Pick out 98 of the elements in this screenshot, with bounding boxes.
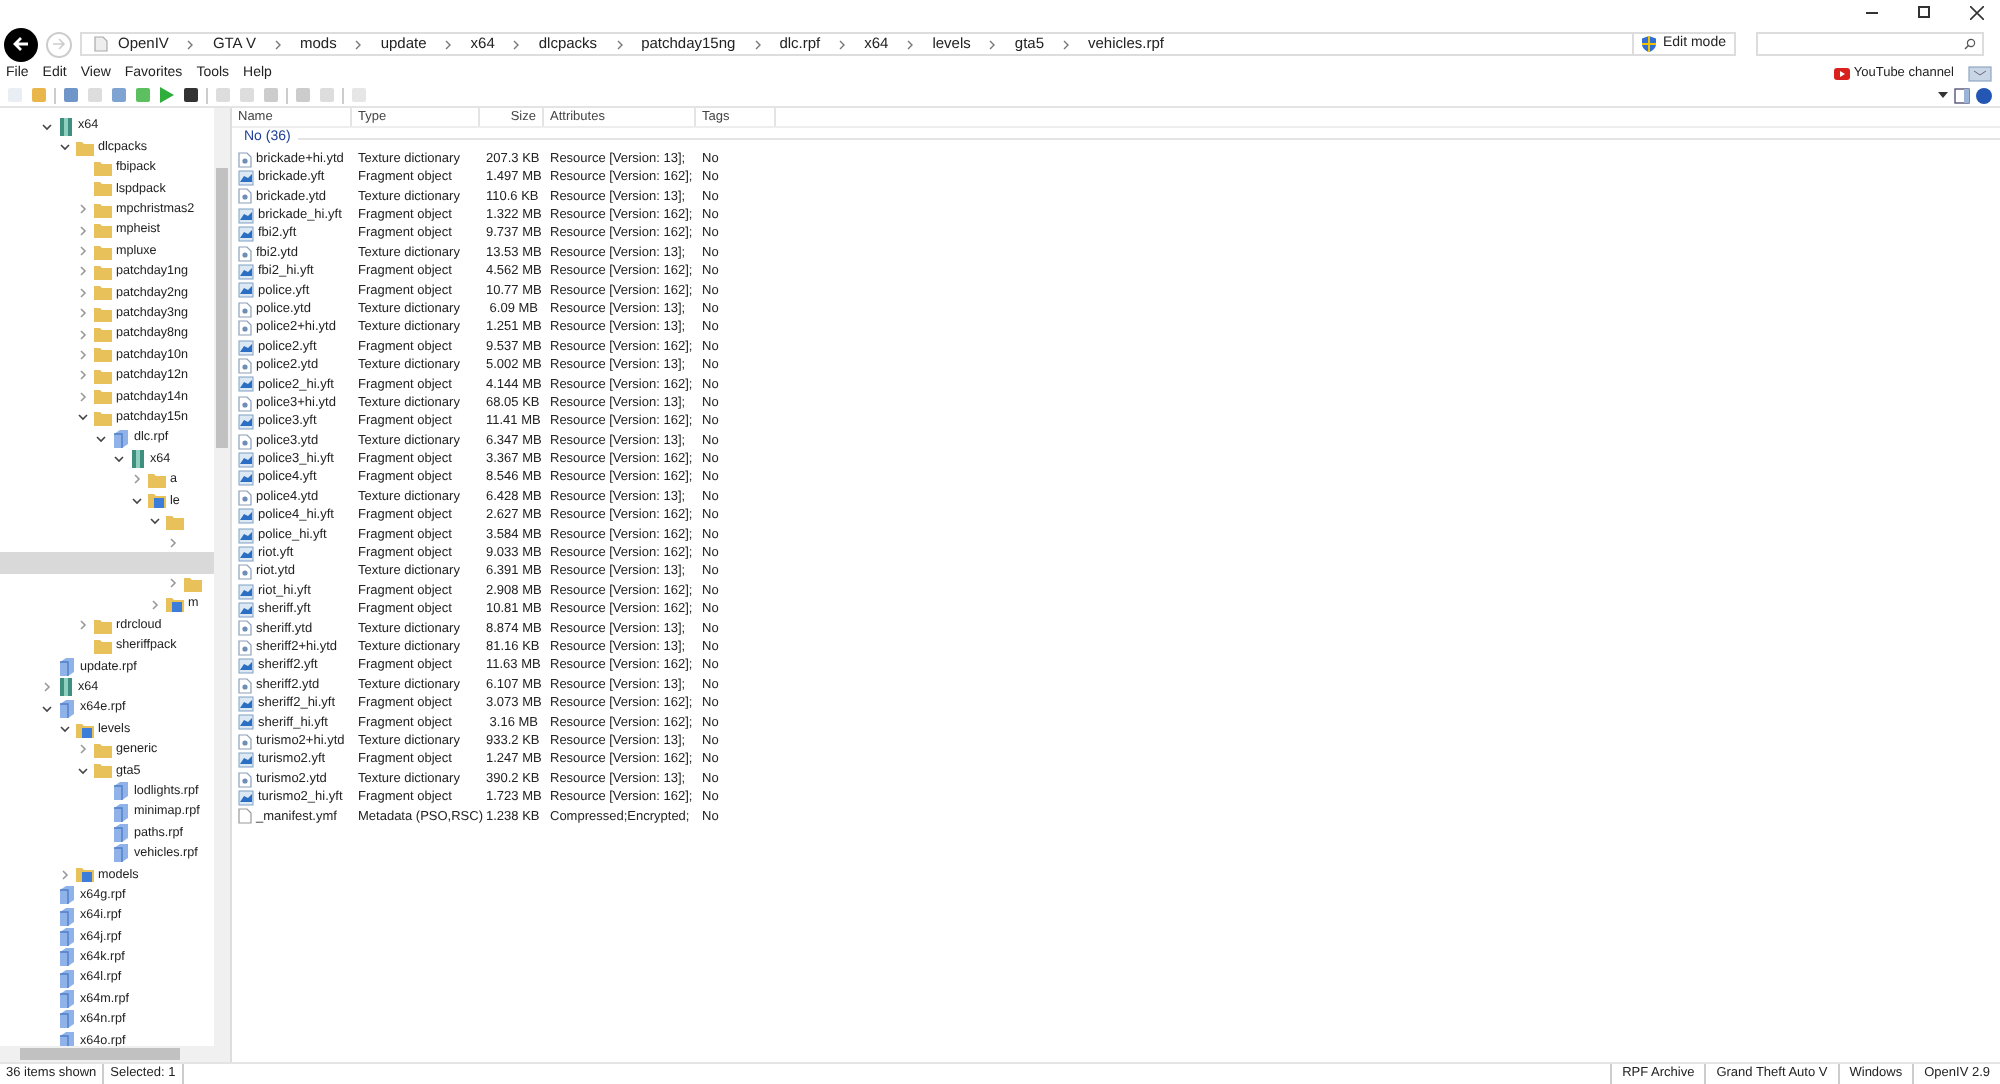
cube-icon: [58, 927, 76, 946]
chevron-right-icon[interactable]: [78, 204, 88, 215]
texture-file-icon: [238, 395, 252, 412]
chevron-down-icon[interactable]: [150, 516, 160, 527]
forward-button[interactable]: [46, 31, 72, 57]
horizontal-scrollbar[interactable]: [0, 1046, 214, 1062]
cube-icon: [58, 969, 76, 988]
play-icon: [1833, 68, 1850, 80]
cube-icon: [112, 429, 130, 448]
model-file-icon: [238, 752, 254, 769]
restore-icon[interactable]: [1918, 6, 1930, 18]
chevron-right-icon: [838, 39, 847, 49]
chevron-down-icon[interactable]: [42, 121, 52, 132]
chevron-right-icon: [186, 39, 195, 49]
cube-icon: [112, 844, 130, 863]
model-file-icon: [238, 414, 254, 431]
chevron-right-icon[interactable]: [132, 474, 142, 485]
folder-icon: [166, 513, 184, 530]
chevron-right-icon[interactable]: [150, 599, 160, 610]
chevron-right-icon[interactable]: [78, 329, 88, 340]
file-icon: [94, 36, 108, 52]
chevron-right-icon[interactable]: [78, 266, 88, 277]
cube-icon: [58, 1010, 76, 1029]
shield-icon: [1642, 36, 1657, 52]
chevron-right-icon[interactable]: [168, 578, 178, 589]
caret-icon[interactable]: [1938, 92, 1948, 98]
play-icon[interactable]: [158, 86, 176, 104]
texture-file-icon: [238, 677, 252, 694]
model-file-icon: [238, 789, 254, 806]
cube-icon: [58, 886, 76, 905]
arrow-right-icon: [52, 38, 66, 50]
cube-icon: [58, 948, 76, 967]
model-file-icon: [238, 170, 254, 187]
chevron-right-icon: [615, 39, 624, 49]
folder-icon: [76, 721, 94, 738]
arrow-left-icon: [12, 36, 30, 52]
chevron-right-icon: [988, 39, 997, 49]
chevron-right-icon: [906, 39, 915, 49]
cube-icon: [58, 907, 76, 926]
chevron-down-icon[interactable]: [114, 453, 124, 464]
chevron-down-icon[interactable]: [78, 412, 88, 423]
texture-file-icon: [238, 188, 252, 205]
cube-icon: [112, 803, 130, 822]
texture-file-icon: [238, 245, 252, 262]
chevron-right-icon[interactable]: [78, 287, 88, 298]
chevron-right-icon[interactable]: [42, 682, 52, 693]
chevron-right-icon[interactable]: [168, 537, 178, 547]
chevron-right-icon[interactable]: [78, 370, 88, 381]
search-icon: [1964, 38, 1976, 50]
file-icon: [238, 808, 252, 825]
chevron-right-icon: [354, 39, 363, 49]
texture-file-icon: [238, 733, 252, 750]
cube-icon: [112, 823, 130, 842]
folder-icon: [166, 596, 184, 613]
model-file-icon: [238, 658, 254, 675]
texture-file-icon: [238, 771, 252, 788]
chevron-down-icon[interactable]: [60, 724, 70, 735]
cube-icon: [58, 990, 76, 1009]
model-file-icon: [238, 376, 254, 393]
search-field[interactable]: [1756, 32, 1984, 56]
archive-icon: [58, 117, 74, 136]
chevron-down-icon[interactable]: [78, 765, 88, 776]
chevron-right-icon: [1062, 39, 1071, 49]
archive-icon: [130, 449, 146, 468]
model-file-icon: [238, 339, 254, 356]
chevron-right-icon[interactable]: [60, 869, 70, 880]
chevron-right-icon[interactable]: [78, 246, 88, 257]
folder-icon: [76, 866, 94, 883]
vertical-scrollbar[interactable]: [214, 108, 230, 1062]
cube-icon: [112, 782, 130, 801]
chevron-right-icon[interactable]: [78, 308, 88, 319]
folder-icon: [148, 471, 166, 488]
chevron-down-icon[interactable]: [42, 703, 52, 714]
chevron-down-icon[interactable]: [96, 433, 106, 444]
texture-file-icon: [238, 564, 252, 581]
cube-icon: [58, 657, 76, 676]
chevron-down-icon[interactable]: [60, 142, 70, 153]
texture-file-icon: [238, 358, 252, 374]
panel-icon[interactable]: [1954, 87, 1970, 103]
chevron-right-icon[interactable]: [78, 349, 88, 360]
chevron-down-icon[interactable]: [132, 495, 142, 506]
folder-icon: [148, 492, 166, 509]
close-icon[interactable]: [1970, 5, 1984, 19]
chevron-right-icon[interactable]: [78, 744, 88, 755]
chevron-right-icon[interactable]: [78, 225, 88, 236]
archive-icon: [58, 678, 74, 697]
texture-file-icon: [238, 151, 252, 168]
minimize-icon[interactable]: [1866, 11, 1878, 13]
cube-icon: [58, 699, 76, 718]
chevron-right-icon[interactable]: [78, 391, 88, 402]
back-button[interactable]: [4, 27, 38, 61]
chevron-right-icon: [512, 39, 521, 49]
texture-file-icon: [238, 433, 252, 450]
chevron-right-icon[interactable]: [78, 620, 88, 631]
chevron-right-icon: [273, 39, 282, 49]
texture-file-icon: [238, 489, 252, 506]
chevron-right-icon: [753, 39, 762, 49]
chevron-right-icon: [444, 39, 453, 49]
